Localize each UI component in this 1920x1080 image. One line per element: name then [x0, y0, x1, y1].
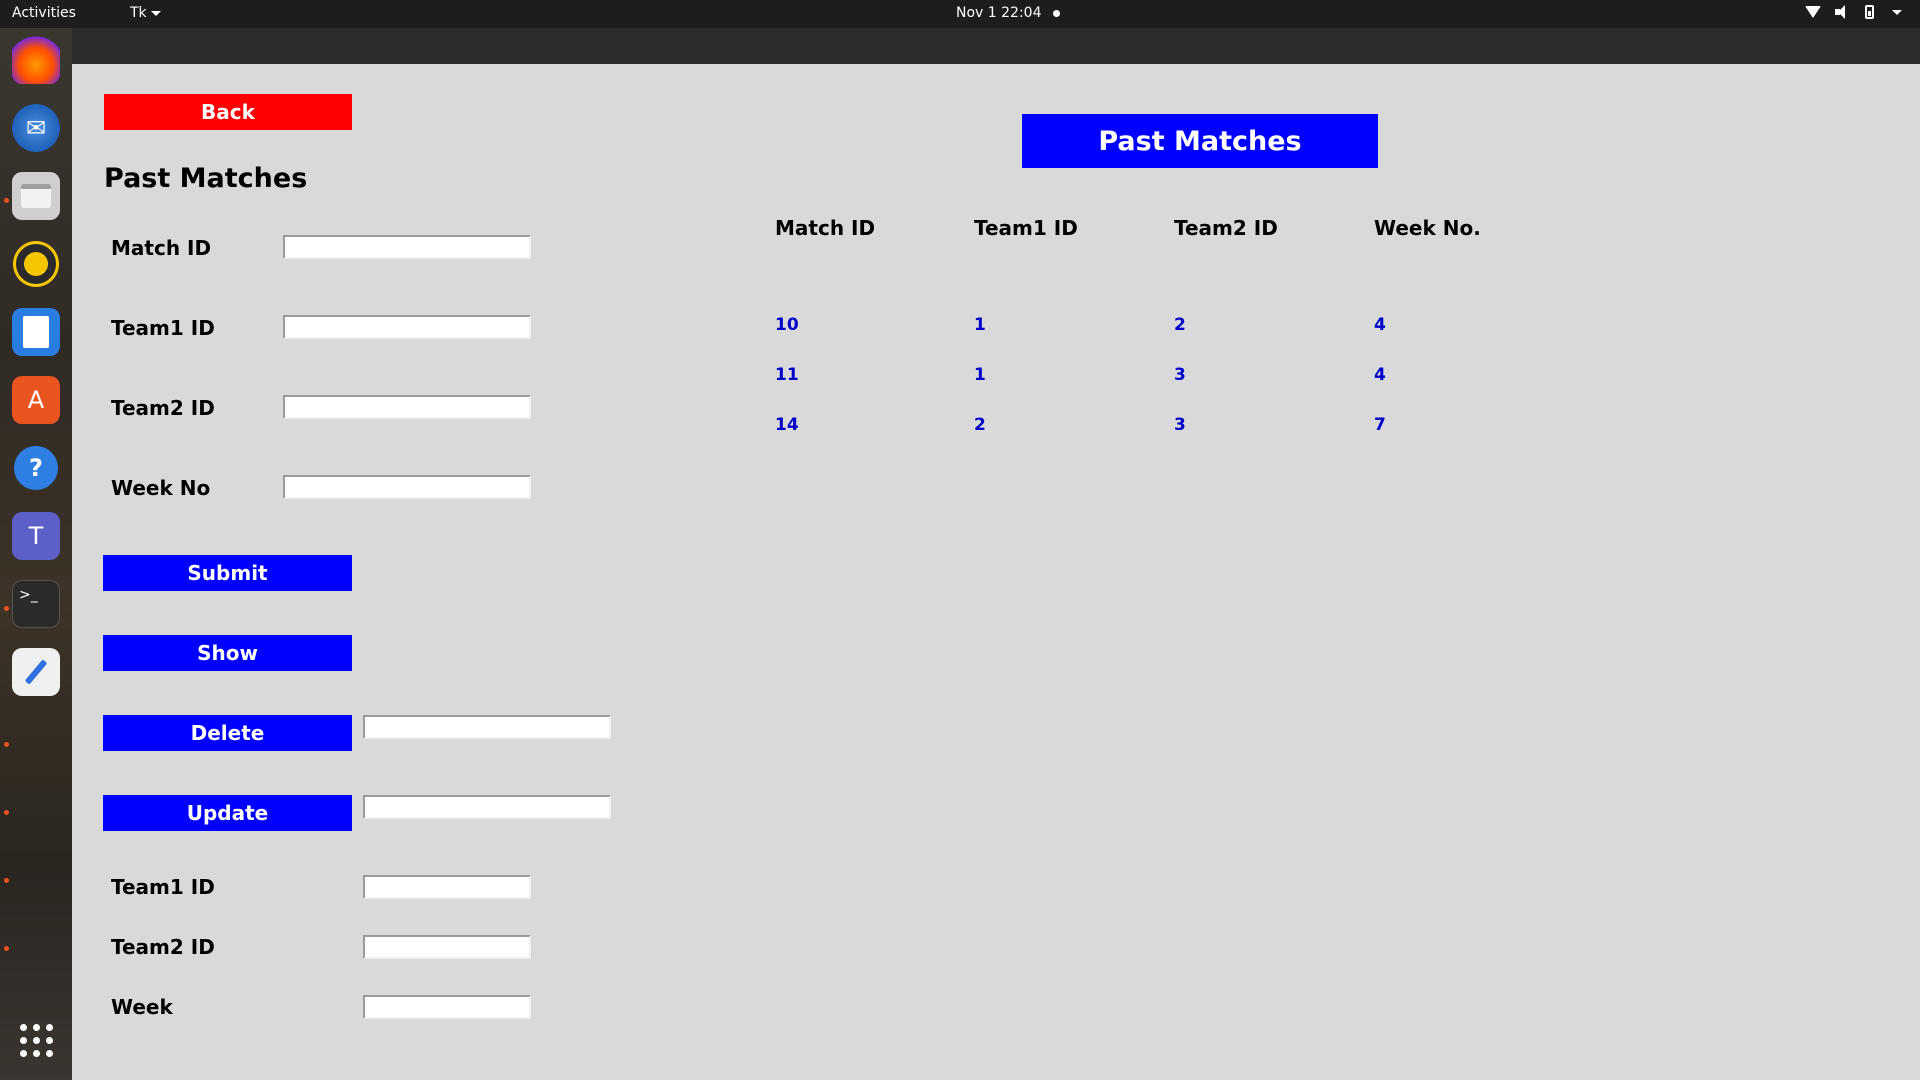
match-id-label: Match ID	[111, 236, 212, 260]
submit-button[interactable]: Submit	[103, 555, 352, 591]
cell-week-no: 4	[1374, 365, 1386, 385]
form-title: Past Matches	[104, 163, 308, 194]
chevron-down-icon	[1892, 9, 1902, 15]
dock: ✉ A ? T >_	[0, 28, 72, 1080]
cell-team2-id: 3	[1174, 365, 1186, 385]
activities-button[interactable]: Activities	[12, 5, 76, 21]
cell-match-id: 14	[775, 415, 799, 435]
cell-team2-id: 3	[1174, 415, 1186, 435]
libreoffice-writer-icon[interactable]	[12, 308, 60, 356]
update-week-label: Week	[111, 995, 173, 1019]
text-editor-icon[interactable]	[12, 648, 60, 696]
past-matches-banner: Past Matches	[1022, 114, 1378, 168]
help-icon[interactable]: ?	[12, 444, 60, 492]
week-no-input[interactable]	[283, 475, 531, 499]
cell-team1-id: 1	[974, 365, 986, 385]
terminal-icon[interactable]: >_	[12, 580, 60, 628]
top-bar: Activities Tk Nov 1 22:04	[0, 0, 1920, 28]
show-apps-icon[interactable]	[12, 1016, 60, 1064]
match-id-input[interactable]	[283, 235, 531, 259]
team1-id-input[interactable]	[283, 315, 531, 339]
cell-week-no: 7	[1374, 415, 1386, 435]
update-team2-label: Team2 ID	[111, 935, 215, 959]
column-header-week-no: Week No.	[1374, 216, 1481, 240]
volume-icon	[1835, 5, 1851, 19]
update-team1-input[interactable]	[363, 875, 531, 899]
wifi-icon	[1805, 6, 1821, 18]
update-team1-label: Team1 ID	[111, 875, 215, 899]
files-icon[interactable]	[12, 172, 60, 220]
cell-week-no: 4	[1374, 315, 1386, 335]
update-button[interactable]: Update	[103, 795, 352, 831]
clock[interactable]: Nov 1 22:04	[956, 5, 1061, 21]
running-indicator	[4, 946, 9, 951]
thunderbird-icon[interactable]: ✉	[12, 104, 60, 152]
running-indicator	[4, 742, 9, 747]
team2-id-input[interactable]	[283, 395, 531, 419]
cell-team1-id: 1	[974, 315, 986, 335]
app-window: Back Past Matches Match ID Team1 ID Team…	[72, 64, 1920, 1080]
system-tray[interactable]	[1805, 5, 1902, 19]
running-indicator	[4, 606, 9, 611]
app-menu-label: Tk	[130, 5, 147, 21]
team1-id-label: Team1 ID	[111, 316, 215, 340]
running-indicator	[4, 878, 9, 883]
cell-match-id: 11	[775, 365, 799, 385]
column-header-team1-id: Team1 ID	[974, 216, 1078, 240]
app-center-icon[interactable]: A	[12, 376, 60, 424]
battery-icon	[1865, 5, 1874, 19]
rhythmbox-icon[interactable]	[12, 240, 60, 288]
update-id-input[interactable]	[363, 795, 611, 819]
week-no-label: Week No	[111, 476, 211, 500]
chevron-down-icon	[150, 10, 161, 16]
column-header-team2-id: Team2 ID	[1174, 216, 1278, 240]
running-indicator	[4, 198, 9, 203]
running-indicator	[4, 810, 9, 815]
cell-match-id: 10	[775, 315, 799, 335]
app-menu[interactable]: Tk	[130, 5, 161, 21]
cell-team1-id: 2	[974, 415, 986, 435]
update-week-input[interactable]	[363, 995, 531, 1019]
show-button[interactable]: Show	[103, 635, 352, 671]
back-button[interactable]: Back	[104, 94, 352, 130]
cell-team2-id: 2	[1174, 315, 1186, 335]
teams-icon[interactable]: T	[12, 512, 60, 560]
update-team2-input[interactable]	[363, 935, 531, 959]
delete-id-input[interactable]	[363, 715, 611, 739]
notification-dot-icon	[1053, 9, 1061, 17]
window-titlebar[interactable]	[72, 28, 1920, 64]
team2-id-label: Team2 ID	[111, 396, 215, 420]
delete-button[interactable]: Delete	[103, 715, 352, 751]
firefox-icon[interactable]	[12, 36, 60, 84]
clock-label: Nov 1 22:04	[956, 5, 1042, 21]
column-header-match-id: Match ID	[775, 216, 876, 240]
